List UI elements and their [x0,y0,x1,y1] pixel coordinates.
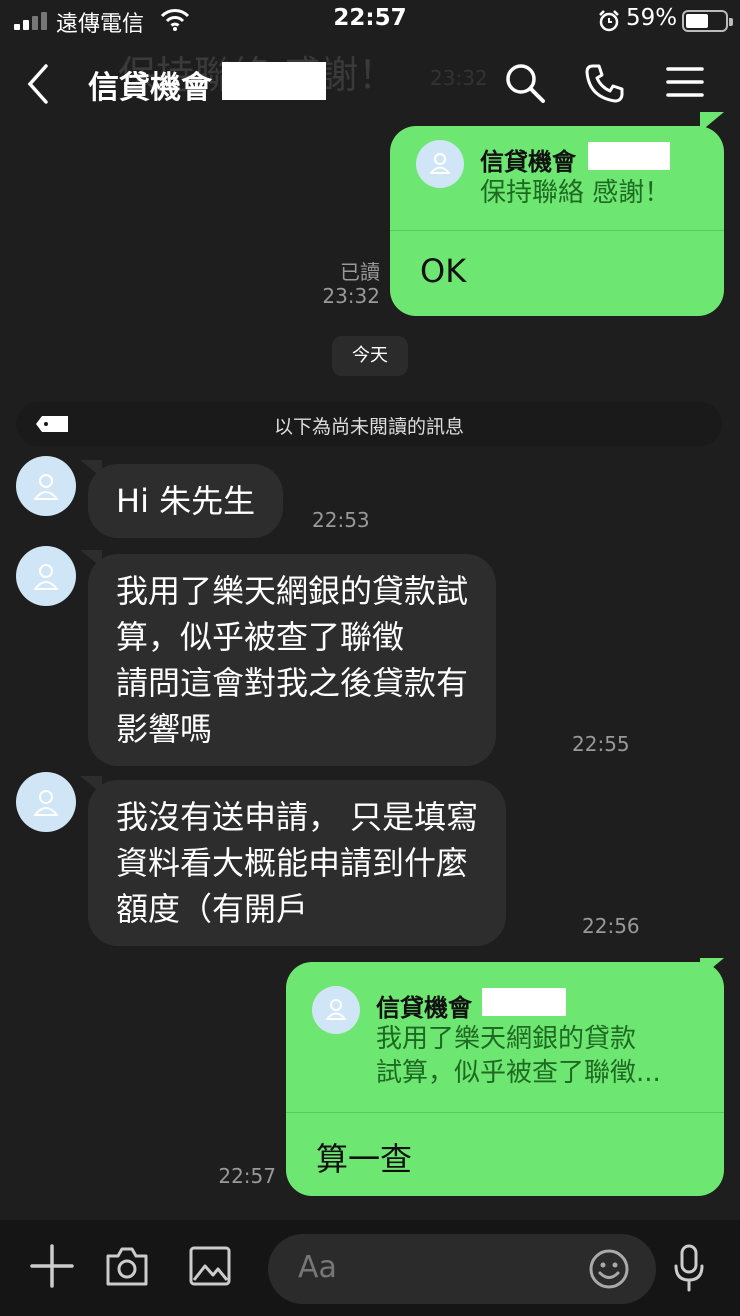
battery-percent: 59% [626,5,678,31]
input-placeholder: Aa [298,1250,337,1285]
unread-divider: 以下為尚未閱讀的訊息 [16,402,722,446]
ghost-preview-time: 23:32 [430,66,488,90]
redacted-name [222,62,326,100]
message-input[interactable]: Aa [268,1234,656,1304]
message-time: 22:57 [218,1164,276,1188]
chat-title: 信貸機會 [88,70,212,106]
avatar[interactable] [16,546,76,606]
chat-header: 保持聯絡 感謝！ 23:32 信貸機會 [0,44,740,124]
input-bar: Aa [0,1220,740,1316]
emoji-icon[interactable] [588,1248,630,1290]
message-bubble: 我用了樂天網銀的貸款試 算，似乎被查了聯徵 請問這會對我之後貸款有 影響嗎 [88,554,497,766]
user-icon [34,474,58,500]
back-icon[interactable] [22,62,54,106]
quote-divider [286,1112,724,1113]
quote-sender: 信貸機會 [376,994,472,1022]
message-bubble: 我沒有送申請， 只是填寫 資料看大概能申請到什麼 額度（有開戶 [88,780,507,946]
plus-icon[interactable] [30,1244,74,1288]
mic-icon[interactable] [672,1244,706,1292]
date-divider: 今天 [332,336,408,376]
read-receipt: 已讀 [340,260,380,284]
redacted-name [588,142,670,170]
user-icon [430,153,450,174]
avatar[interactable] [16,772,76,832]
quote-avatar [416,140,464,188]
user-icon [34,790,58,816]
message-time: 23:32 [322,284,380,308]
message-text: OK [420,252,467,290]
message-time: 22:56 [582,914,640,938]
status-bar: 遠傳電信 22:57 59% [0,0,740,44]
menu-icon[interactable] [666,62,704,102]
message-bubble: Hi 朱先生 [88,464,284,538]
search-icon[interactable] [504,62,546,104]
quote-divider [390,230,724,231]
quote-avatar [312,986,360,1034]
camera-icon[interactable] [104,1244,150,1288]
unread-label: 以下為尚未閱讀的訊息 [273,416,464,438]
message-text: 算一查 [316,1140,413,1178]
message-time: 22:53 [312,508,370,532]
quote-sender: 信貸機會 [480,148,576,176]
quote-text: 保持聯絡 感謝！ [480,178,671,208]
message-time: 22:55 [572,732,630,756]
avatar[interactable] [16,456,76,516]
user-icon [34,564,58,590]
battery-icon [682,10,733,32]
user-icon [326,999,346,1020]
phone-icon[interactable] [584,62,626,104]
redacted-name [482,988,566,1016]
image-icon[interactable] [188,1244,232,1288]
alarm-icon [599,10,619,32]
quote-text: 我用了樂天網銀的貸款 試算，似乎被查了聯徵... [376,1024,661,1088]
